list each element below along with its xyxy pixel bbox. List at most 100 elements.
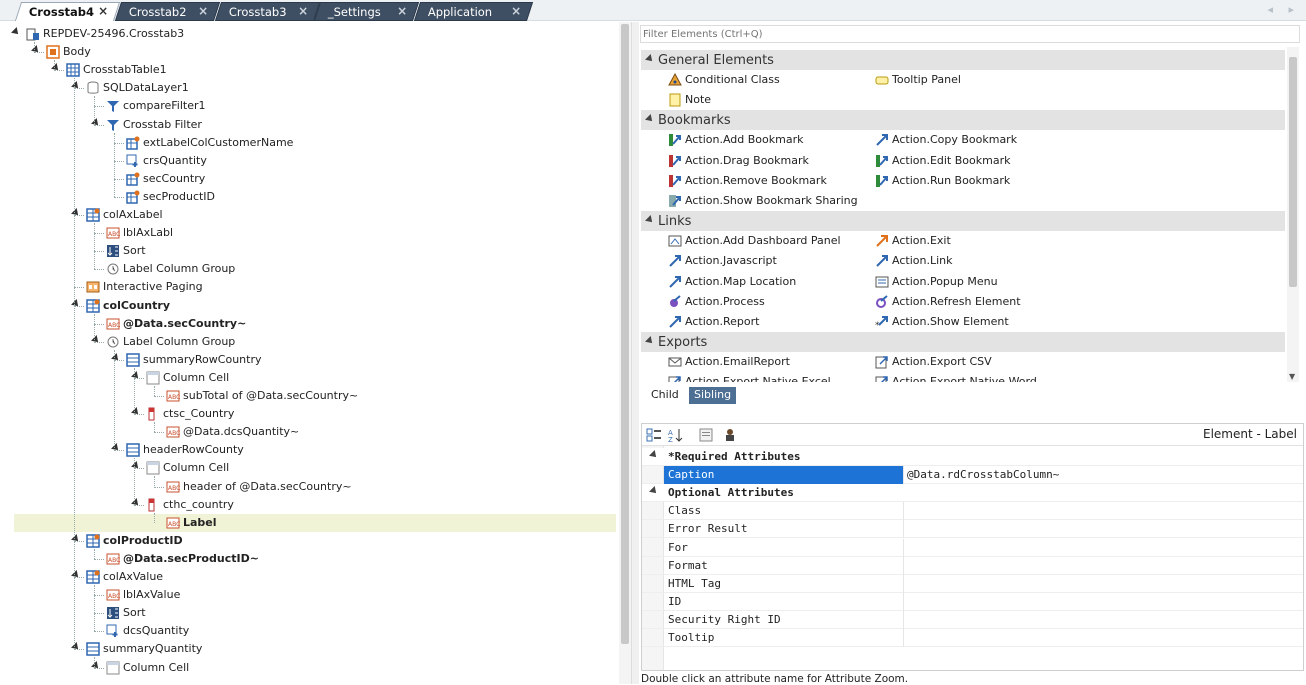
- close-icon[interactable]: ×: [98, 4, 108, 18]
- tree-node[interactable]: cthc_country: [0, 496, 619, 514]
- close-icon[interactable]: ×: [397, 4, 407, 18]
- tree-node[interactable]: Body: [0, 43, 619, 61]
- tab-sibling[interactable]: Sibling: [689, 387, 737, 404]
- collapse-arrow-icon[interactable]: [71, 81, 81, 92]
- tab-scroll-arrows[interactable]: ◂ ▸: [1267, 3, 1300, 16]
- category-exports[interactable]: Exports: [641, 332, 1285, 353]
- panel-splitter[interactable]: [631, 22, 639, 684]
- tree-node[interactable]: Column Cell: [0, 369, 619, 387]
- tree-node[interactable]: ABC @Data.secProductID~: [0, 550, 619, 568]
- tree-node[interactable]: ABC lblAxValue: [0, 586, 619, 604]
- collapse-arrow-icon[interactable]: [91, 334, 101, 345]
- close-icon[interactable]: ×: [198, 4, 208, 18]
- tab-settings[interactable]: _Settings ×: [314, 2, 420, 21]
- collapse-arrow-icon[interactable]: [131, 407, 141, 418]
- collapse-arrow-icon[interactable]: [645, 336, 655, 347]
- attribute-name[interactable]: HTML Tag: [664, 574, 904, 593]
- tree-node[interactable]: summaryRowCountry: [0, 351, 619, 369]
- toolbox-scrollbar-thumb[interactable]: [1289, 57, 1297, 287]
- tree-node[interactable]: Column Cell: [0, 659, 619, 677]
- collapse-arrow-icon[interactable]: [71, 570, 81, 580]
- filter-elements-box[interactable]: [640, 25, 1300, 43]
- collapse-arrow-icon[interactable]: [11, 27, 21, 37]
- attribute-value[interactable]: [904, 593, 1303, 611]
- tree-node[interactable]: colProductID: [0, 532, 619, 550]
- tree-node[interactable]: Label Column Group: [0, 260, 619, 278]
- attribute-row[interactable]: HTML Tag: [642, 574, 1303, 593]
- collapse-arrow-icon[interactable]: [645, 114, 655, 125]
- tree-node[interactable]: secProductID: [0, 188, 619, 206]
- tree-node[interactable]: SQLDataLayer1: [0, 79, 619, 97]
- collapse-arrow-icon[interactable]: [645, 54, 655, 64]
- attribute-value[interactable]: [904, 539, 1303, 557]
- tree-node[interactable]: ABC header of @Data.secCountry~: [0, 478, 619, 496]
- tree-node[interactable]: crsQuantity: [0, 152, 619, 170]
- collapse-arrow-icon[interactable]: [649, 450, 659, 460]
- sort-alphabetical-icon[interactable]: AZ: [668, 427, 684, 443]
- close-icon[interactable]: ×: [511, 4, 521, 18]
- tree-node[interactable]: ABC @Data.dcsQuantity~: [0, 423, 619, 441]
- tree-scrollbar[interactable]: [619, 22, 631, 684]
- collapse-arrow-icon[interactable]: [71, 208, 81, 218]
- tab-crosstab2[interactable]: Crosstab2 ×: [114, 2, 220, 21]
- tree-scrollbar-thumb[interactable]: [621, 24, 629, 644]
- tree-node[interactable]: dcsQuantity: [0, 622, 619, 640]
- attribute-row[interactable]: Tooltip: [642, 629, 1303, 647]
- collapse-arrow-icon[interactable]: [131, 497, 141, 508]
- tree-node[interactable]: ABC @Data.secCountry~: [0, 315, 619, 333]
- tree-node[interactable]: summaryQuantity: [0, 640, 619, 658]
- tab-application[interactable]: Application ×: [414, 2, 534, 21]
- tree-node[interactable]: extLabelColCustomerName: [0, 134, 619, 152]
- tree-node[interactable]: Column Cell: [0, 459, 619, 477]
- attribute-row[interactable]: For: [642, 538, 1303, 557]
- property-pages-icon[interactable]: [698, 427, 714, 443]
- toolbox-scrollbar[interactable]: ▼: [1287, 47, 1299, 382]
- attribute-name[interactable]: For: [664, 538, 904, 557]
- wizard-icon[interactable]: [722, 427, 738, 443]
- attribute-row[interactable]: Class: [642, 502, 1303, 521]
- attribute-value[interactable]: [904, 611, 1303, 629]
- attribute-value[interactable]: [904, 502, 1303, 520]
- attribute-name[interactable]: Security Right ID: [664, 610, 904, 629]
- tree-node[interactable]: secCountry: [0, 170, 619, 188]
- collapse-arrow-icon[interactable]: [71, 642, 81, 653]
- tree-node[interactable]: ABC Label: [14, 513, 616, 532]
- close-icon[interactable]: ×: [297, 4, 307, 18]
- attribute-name[interactable]: ID: [664, 592, 904, 611]
- attribute-value[interactable]: [904, 575, 1303, 593]
- attribute-section-header[interactable]: *Required Attributes: [642, 448, 1303, 466]
- tab-child[interactable]: Child: [646, 387, 684, 404]
- tree-node[interactable]: ABC subTotal of @Data.secCountry~: [0, 387, 619, 405]
- attribute-row[interactable]: Caption @Data.rdCrosstabColumn~: [642, 466, 1303, 485]
- tree-node[interactable]: ABC lblAxLabl: [0, 224, 619, 242]
- collapse-arrow-icon[interactable]: [131, 370, 141, 381]
- tab-crosstab3[interactable]: Crosstab3 ×: [214, 2, 320, 21]
- tree-node[interactable]: compareFilter1: [0, 97, 619, 115]
- attribute-row[interactable]: Error Result: [642, 520, 1303, 539]
- tab-crosstab4[interactable]: Crosstab4 ×: [14, 2, 120, 21]
- collapse-arrow-icon[interactable]: [91, 117, 101, 128]
- tree-node[interactable]: REPDEV-25496.Crosstab3: [0, 25, 619, 43]
- tree-node[interactable]: Sort: [0, 242, 619, 260]
- attribute-row[interactable]: ID: [642, 592, 1303, 611]
- collapse-arrow-icon[interactable]: [71, 533, 81, 544]
- attribute-section-header[interactable]: Optional Attributes: [642, 484, 1303, 503]
- attribute-name[interactable]: Error Result: [664, 520, 904, 539]
- collapse-arrow-icon[interactable]: [51, 63, 61, 74]
- tree-node[interactable]: colAxLabel: [0, 206, 619, 224]
- tree-node[interactable]: Sort: [0, 604, 619, 622]
- categorized-view-icon[interactable]: [646, 427, 662, 443]
- category-links[interactable]: Links: [641, 211, 1285, 232]
- scroll-down-arrow-icon[interactable]: ▼: [1289, 372, 1295, 381]
- tree-node[interactable]: Interactive Paging: [0, 278, 619, 296]
- collapse-arrow-icon[interactable]: [645, 215, 655, 226]
- filter-elements-input[interactable]: [641, 26, 1299, 42]
- tree-node[interactable]: CrosstabTable1: [0, 61, 619, 79]
- attribute-row[interactable]: Security Right ID: [642, 610, 1303, 629]
- attribute-name[interactable]: Tooltip: [664, 629, 904, 647]
- tree-node[interactable]: Label Column Group: [0, 333, 619, 351]
- collapse-arrow-icon[interactable]: [131, 461, 141, 472]
- collapse-arrow-icon[interactable]: [111, 443, 121, 454]
- attribute-value[interactable]: [904, 629, 1303, 647]
- attribute-value[interactable]: [904, 520, 1303, 538]
